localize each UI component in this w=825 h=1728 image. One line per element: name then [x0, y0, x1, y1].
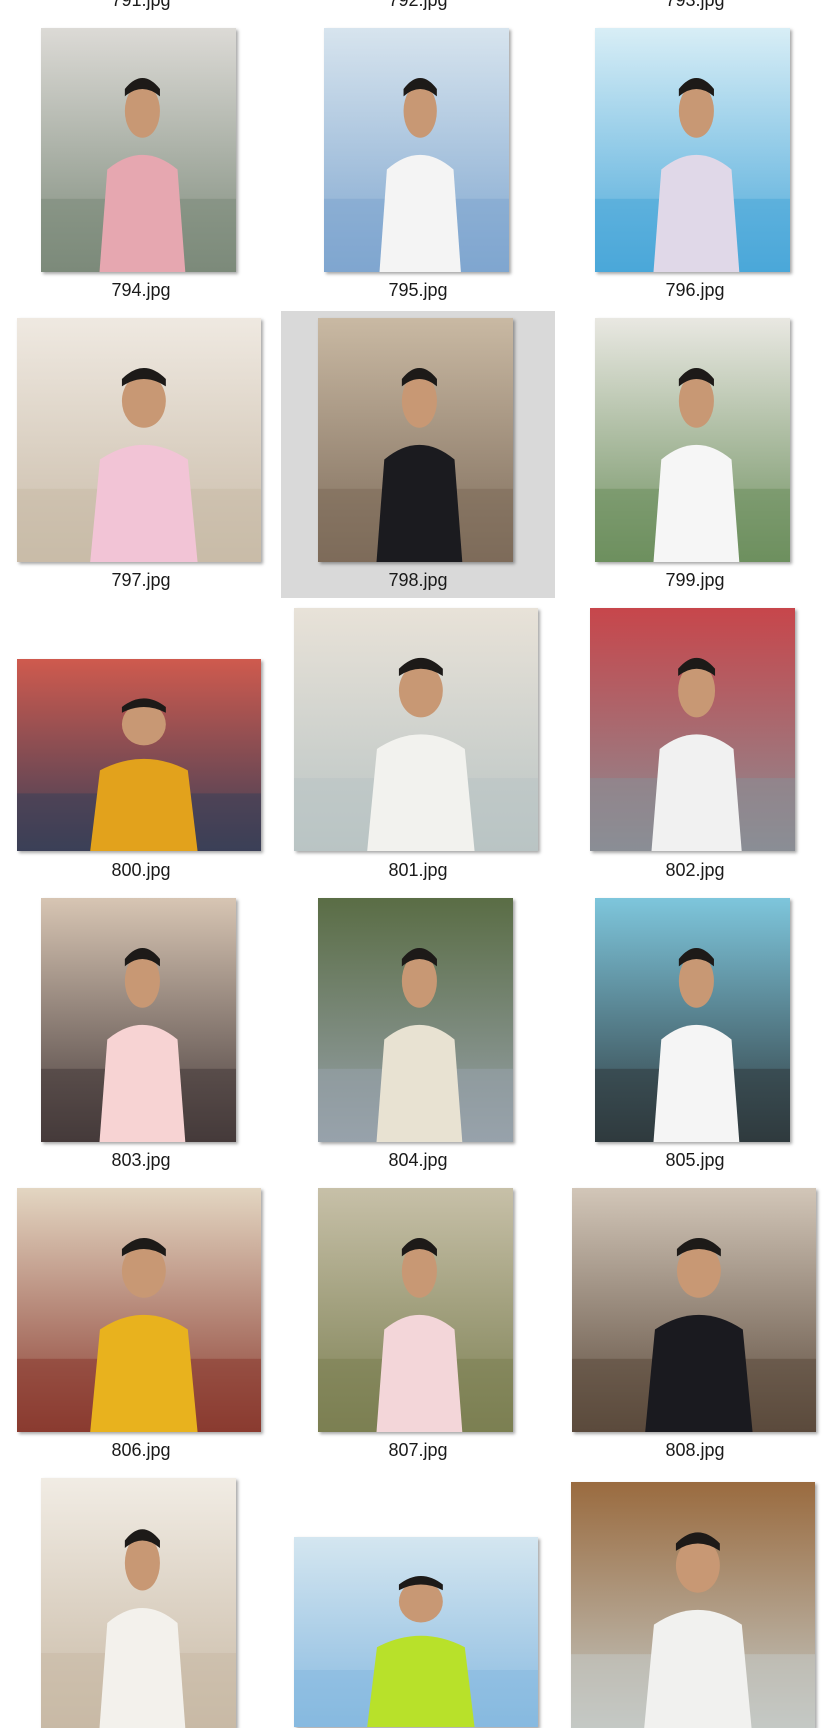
- photo-thumbnail[interactable]: [318, 898, 513, 1142]
- person-body: [376, 1314, 463, 1432]
- thumbnail-filename[interactable]: 799.jpg: [560, 570, 825, 591]
- photo-image: [324, 28, 509, 272]
- photo-thumbnail[interactable]: [41, 1478, 236, 1728]
- person-body: [653, 1024, 740, 1142]
- person-body: [90, 444, 198, 562]
- thumbnail-filename[interactable]: 798.jpg: [283, 570, 553, 591]
- photo-image: [41, 898, 236, 1142]
- photo-thumbnail[interactable]: [17, 1188, 261, 1432]
- photo-thumbnail[interactable]: [595, 28, 790, 272]
- photo-image: [318, 898, 513, 1142]
- photo-image: [294, 1537, 538, 1727]
- person-body: [90, 1314, 198, 1432]
- person-body: [653, 444, 740, 562]
- person-body: [653, 154, 740, 272]
- photo-image: [318, 318, 513, 562]
- thumbnail-filename[interactable]: 803.jpg: [6, 1150, 276, 1171]
- thumbnail-filename[interactable]: 805.jpg: [560, 1150, 825, 1171]
- thumbnail-filename[interactable]: 791.jpg: [6, 0, 276, 11]
- person-body: [645, 1314, 753, 1432]
- thumbnail-filename[interactable]: 801.jpg: [283, 860, 553, 881]
- photo-image: [572, 1188, 816, 1432]
- person-body: [376, 1024, 463, 1142]
- photo-image: [595, 28, 790, 272]
- person-body: [651, 734, 742, 851]
- photo-image: [41, 1478, 236, 1728]
- thumbnail-filename[interactable]: 796.jpg: [560, 280, 825, 301]
- thumbnail-filename[interactable]: 794.jpg: [6, 280, 276, 301]
- photo-thumbnail[interactable]: [17, 318, 261, 562]
- person-body: [99, 1024, 186, 1142]
- person-body: [644, 1609, 752, 1728]
- thumbnail-filename[interactable]: 800.jpg: [6, 860, 276, 881]
- person-body: [379, 154, 461, 272]
- photo-thumbnail[interactable]: [318, 1188, 513, 1432]
- thumbnail-filename[interactable]: 795.jpg: [283, 280, 553, 301]
- photo-image: [595, 898, 790, 1142]
- person-body: [99, 1608, 186, 1728]
- photo-thumbnail[interactable]: [294, 1537, 538, 1727]
- thumbnail-filename[interactable]: 793.jpg: [560, 0, 825, 11]
- photo-image: [318, 1188, 513, 1432]
- thumbnail-filename[interactable]: 792.jpg: [283, 0, 553, 11]
- thumbnail-filename[interactable]: 797.jpg: [6, 570, 276, 591]
- thumbnail-filename[interactable]: 807.jpg: [283, 1440, 553, 1461]
- photo-image: [17, 318, 261, 562]
- photo-thumbnail[interactable]: [590, 608, 795, 851]
- person-body: [367, 734, 475, 851]
- photo-image: [17, 1188, 261, 1432]
- photo-thumbnail[interactable]: [17, 659, 261, 851]
- thumbnail-filename[interactable]: 802.jpg: [560, 860, 825, 881]
- person-body: [99, 154, 186, 272]
- photo-image: [595, 318, 790, 562]
- photo-thumbnail[interactable]: [571, 1482, 815, 1728]
- photo-thumbnail[interactable]: [318, 318, 513, 562]
- photo-thumbnail[interactable]: [41, 28, 236, 272]
- person-body: [367, 1635, 475, 1727]
- photo-thumbnail[interactable]: [41, 898, 236, 1142]
- person-body: [376, 444, 463, 562]
- photo-image: [590, 608, 795, 851]
- photo-image: [41, 28, 236, 272]
- photo-thumbnail[interactable]: [595, 898, 790, 1142]
- photo-thumbnail[interactable]: [294, 608, 538, 851]
- thumbnail-filename[interactable]: 804.jpg: [283, 1150, 553, 1171]
- photo-thumbnail[interactable]: [595, 318, 790, 562]
- person-body: [90, 758, 198, 851]
- photo-thumbnail[interactable]: [572, 1188, 816, 1432]
- photo-image: [17, 659, 261, 851]
- photo-thumbnail[interactable]: [324, 28, 509, 272]
- photo-image: [571, 1482, 815, 1728]
- photo-image: [294, 608, 538, 851]
- thumbnail-filename[interactable]: 806.jpg: [6, 1440, 276, 1461]
- thumbnail-filename[interactable]: 808.jpg: [560, 1440, 825, 1461]
